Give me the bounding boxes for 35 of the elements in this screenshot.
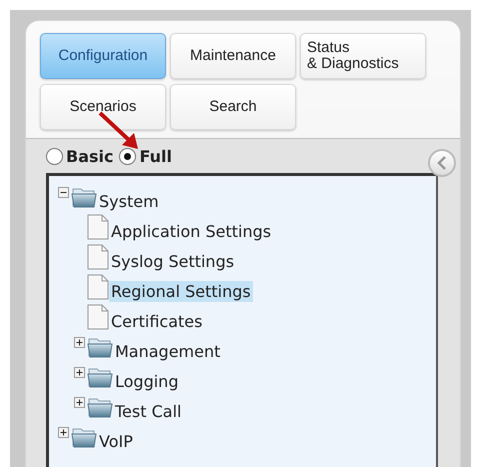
expand-icon[interactable] <box>74 396 84 408</box>
tree-item[interactable]: Application Settings <box>109 220 274 242</box>
tree-item[interactable]: Syslog Settings <box>109 250 236 272</box>
radio-button[interactable] <box>119 148 136 164</box>
nav-button[interactable]: Configuration <box>40 33 166 79</box>
chevron-left-icon <box>436 156 448 170</box>
expand-icon[interactable] <box>74 366 84 378</box>
document-icon <box>87 244 109 270</box>
tree-item[interactable]: Logging <box>113 370 180 392</box>
document-icon <box>87 304 109 330</box>
radio-option[interactable]: Full <box>119 146 172 166</box>
nav-button[interactable]: Maintenance <box>170 33 296 79</box>
folder-icon <box>71 426 97 448</box>
radio-option[interactable]: Basic <box>46 146 114 166</box>
document-icon <box>87 214 109 240</box>
tree-item[interactable]: Test Call <box>113 400 184 422</box>
radio-label: Basic <box>66 146 114 166</box>
radio-button[interactable] <box>46 148 63 164</box>
folder-icon <box>87 366 113 388</box>
expand-icon[interactable] <box>58 426 68 438</box>
nav-button[interactable]: Search <box>170 84 296 130</box>
nav-button[interactable]: Status & Diagnostics <box>300 33 426 79</box>
tree-item[interactable]: System <box>97 190 161 212</box>
folder-icon <box>87 396 113 418</box>
nav-button[interactable]: Scenarios <box>40 84 166 130</box>
radio-label: Full <box>139 146 172 166</box>
folder-icon <box>87 336 113 358</box>
tree-item[interactable]: Regional Settings <box>109 280 253 302</box>
tree-item[interactable]: VoIP <box>97 430 135 452</box>
expand-icon[interactable] <box>74 336 84 348</box>
tree-item[interactable]: Certificates <box>109 310 204 332</box>
collapse-icon[interactable] <box>58 186 68 198</box>
tree-item[interactable]: Management <box>113 340 222 362</box>
folder-icon <box>71 186 97 208</box>
document-icon <box>87 274 109 300</box>
